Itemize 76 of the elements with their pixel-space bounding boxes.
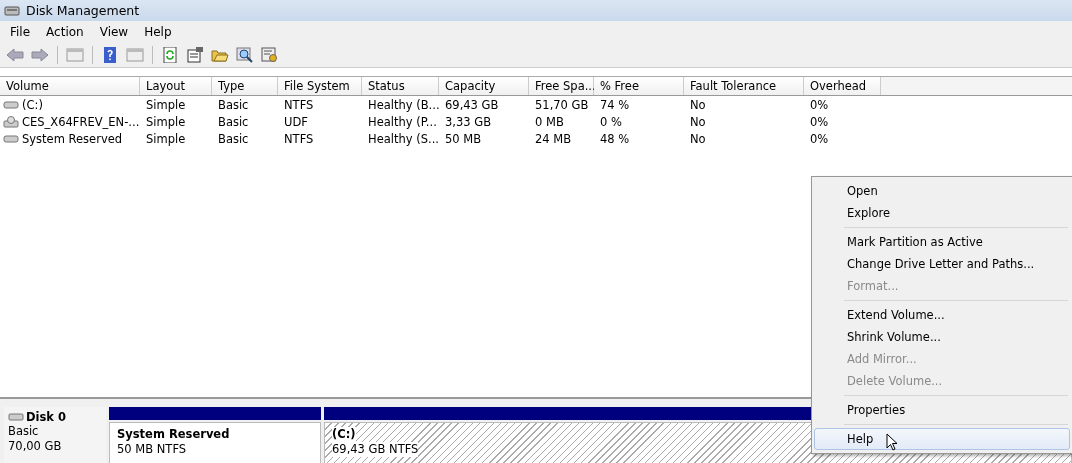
table-cell-text: Basic [217,131,250,146]
table-cell-text: 51,70 GB [534,97,590,112]
partition-block[interactable]: System Reserved 50 MB NTFS [109,422,321,463]
partition-size: 50 MB NTFS [117,442,187,457]
settings-icon[interactable] [261,47,279,63]
table-cell-text: UDF [283,114,309,129]
help-icon[interactable] [101,47,119,63]
table-cell-text: 0% [809,97,830,112]
table-cell-text: 3,33 GB [444,114,493,129]
menu-item[interactable]: Change Drive Letter and Paths... [814,253,1070,275]
column-header[interactable]: % Free [594,77,684,95]
panel-icon[interactable] [66,47,84,63]
menu-item[interactable]: Action [38,23,92,41]
folder-icon[interactable] [211,47,229,63]
table-cell-text: 69,43 GB [444,97,500,112]
back-icon[interactable] [6,47,24,63]
partition-name: (C:) [332,427,356,442]
column-header[interactable]: Capacity [439,77,529,95]
disk-name: Disk 0 [26,410,66,424]
column-header[interactable]: Free Spa... [529,77,594,95]
table-cell-text: 0% [809,114,830,129]
properties-icon[interactable] [186,47,204,63]
window-title: Disk Management [26,3,140,18]
menu-item[interactable]: View [91,23,137,41]
menu-item[interactable]: Explore [814,202,1070,224]
drive-icon [8,411,24,423]
table-cell-text: Simple [145,131,187,146]
table-cell-text: Healthy (B... [367,97,439,112]
column-header[interactable]: File System [278,77,362,95]
table-cell-text: Simple [145,97,187,112]
column-header[interactable]: Type [212,77,278,95]
column-header[interactable]: Status [362,77,439,95]
table-cell-text: NTFS [283,97,315,112]
menu-item[interactable]: Open [814,180,1070,202]
table-cell-text: Healthy (S... [367,131,439,146]
disk-size: 70,00 GB [8,439,63,454]
menu-item[interactable]: Help [814,428,1070,450]
table-cell: System Reserved [22,131,123,146]
menu-item[interactable]: Shrink Volume... [814,326,1070,348]
menu-item[interactable]: Mark Partition as Active [814,231,1070,253]
forward-icon[interactable] [31,47,49,63]
magnifier-icon[interactable] [236,47,254,63]
table-cell-text: 74 % [599,97,631,112]
column-header[interactable]: Overhead [804,77,881,95]
panel-icon[interactable] [126,47,144,63]
table-cell-text: Basic [217,97,250,112]
table-cell-text: 48 % [599,131,631,146]
table-cell-text: Healthy (P... [367,114,438,129]
table-cell-text: No [689,114,707,129]
drive-icon [3,98,19,111]
table-cell-text: No [689,131,707,146]
column-header[interactable]: Volume [0,77,140,95]
partition-name: System Reserved [117,427,230,442]
menu-item[interactable]: Extend Volume... [814,304,1070,326]
cursor-icon [886,433,898,451]
column-header[interactable]: Layout [140,77,212,95]
column-header[interactable]: Fault Tolerance [684,77,804,95]
partition-size: 69,43 GB NTFS [332,442,419,457]
table-cell-text: 0% [809,131,830,146]
menu-item[interactable]: Properties [814,399,1070,421]
table-cell-text: 50 MB [444,131,483,146]
table-cell-text: 24 MB [534,131,573,146]
menu-item[interactable]: File [2,23,39,41]
menu-item[interactable]: Help [136,23,180,41]
table-cell: CES_X64FREV_EN-... [22,114,140,129]
disk-type: Basic [8,424,40,439]
drive-icon [3,132,19,145]
table-cell-text: NTFS [283,131,315,146]
table-cell-text: 0 MB [534,114,565,129]
table-cell-text: No [689,97,707,112]
disc-drive-icon [3,115,19,128]
table-cell-text: 0 % [599,114,623,129]
table-cell: (C:) [22,97,43,112]
table-cell-text: Simple [145,114,187,129]
refresh-icon[interactable] [161,47,179,63]
table-cell-text: Basic [217,114,250,129]
